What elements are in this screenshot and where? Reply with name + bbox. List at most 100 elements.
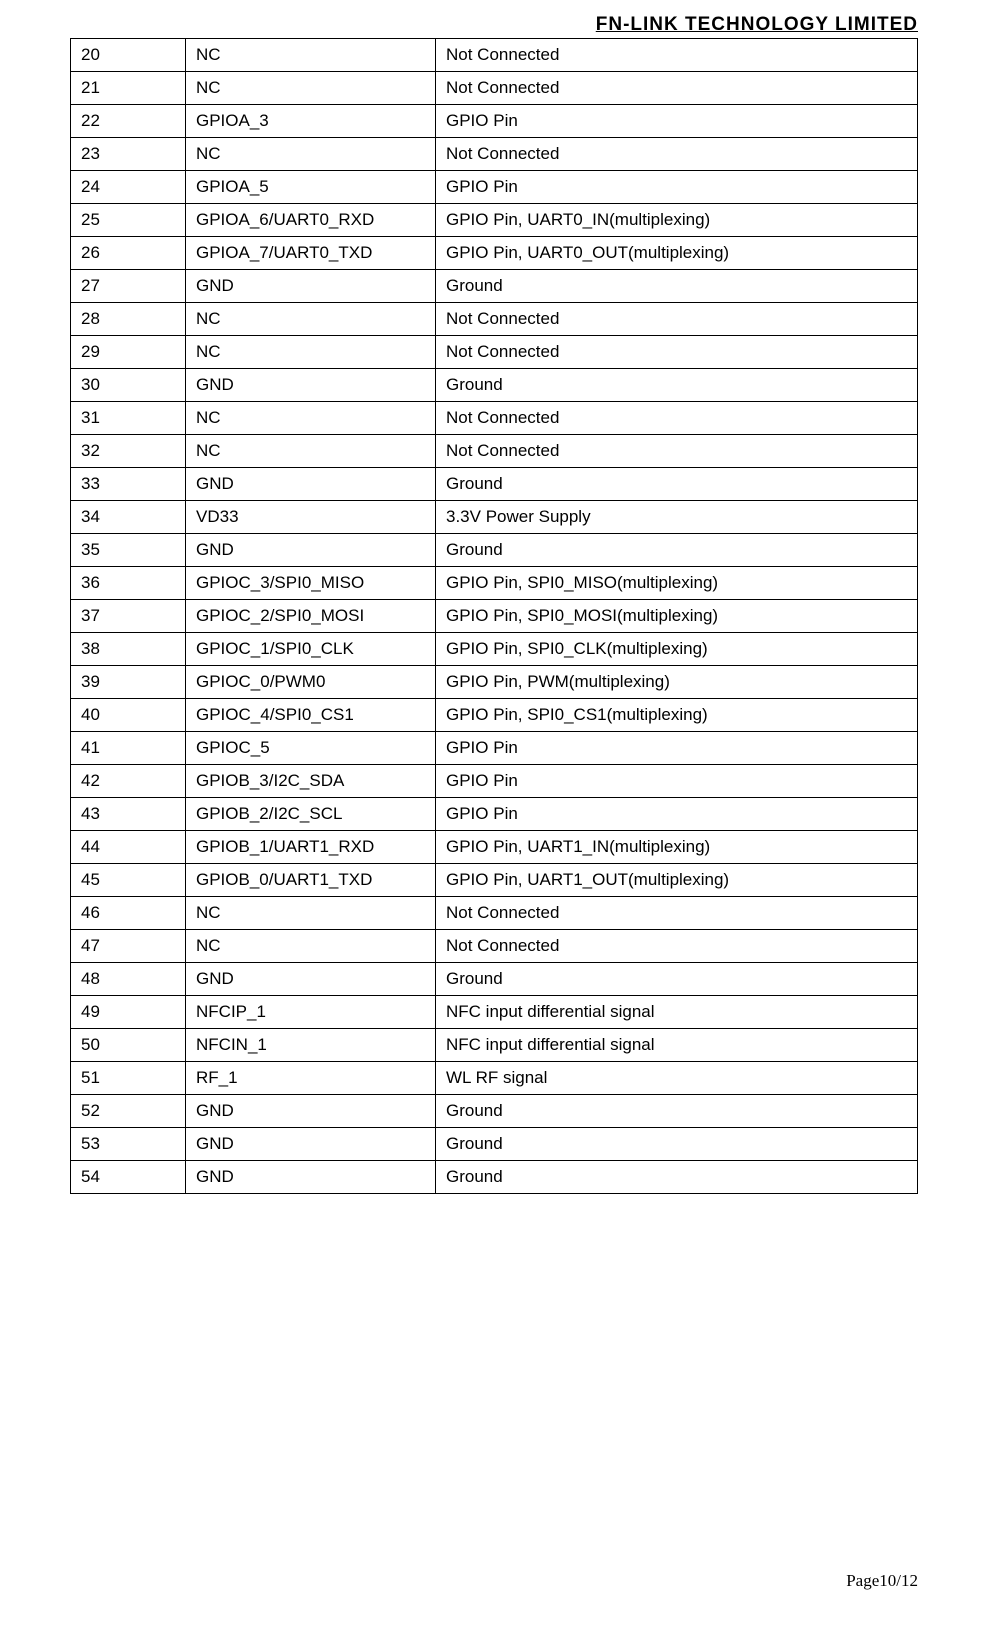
pin-name: NC <box>186 435 436 468</box>
table-row: 35GNDGround <box>71 534 918 567</box>
table-row: 53GNDGround <box>71 1128 918 1161</box>
pin-name: NC <box>186 72 436 105</box>
pin-description: GPIO Pin, UART1_OUT(multiplexing) <box>436 864 918 897</box>
pin-number: 47 <box>71 930 186 963</box>
table-row: 45GPIOB_0/UART1_TXDGPIO Pin, UART1_OUT(m… <box>71 864 918 897</box>
pin-name: GPIOC_1/SPI0_CLK <box>186 633 436 666</box>
pin-description: Not Connected <box>436 897 918 930</box>
company-header: FN-LINK TECHNOLOGY LIMITED <box>70 0 918 38</box>
pin-number: 26 <box>71 237 186 270</box>
pin-description: GPIO Pin, SPI0_CLK(multiplexing) <box>436 633 918 666</box>
pin-description: GPIO Pin <box>436 171 918 204</box>
table-row: 39GPIOC_0/PWM0GPIO Pin, PWM(multiplexing… <box>71 666 918 699</box>
pin-number: 49 <box>71 996 186 1029</box>
table-row: 27GNDGround <box>71 270 918 303</box>
pin-number: 41 <box>71 732 186 765</box>
pin-description: Ground <box>436 1095 918 1128</box>
table-row: 20NCNot Connected <box>71 39 918 72</box>
pin-name: GPIOC_5 <box>186 732 436 765</box>
pin-description: Ground <box>436 270 918 303</box>
pin-name: NC <box>186 138 436 171</box>
table-row: 26GPIOA_7/UART0_TXDGPIO Pin, UART0_OUT(m… <box>71 237 918 270</box>
pin-name: GPIOB_2/I2C_SCL <box>186 798 436 831</box>
table-row: 24GPIOA_5GPIO Pin <box>71 171 918 204</box>
pin-description: GPIO Pin <box>436 798 918 831</box>
table-row: 21NCNot Connected <box>71 72 918 105</box>
table-row: 34VD333.3V Power Supply <box>71 501 918 534</box>
pin-number: 46 <box>71 897 186 930</box>
pin-table: 20NCNot Connected21NCNot Connected22GPIO… <box>70 38 918 1194</box>
pin-number: 48 <box>71 963 186 996</box>
pin-number: 32 <box>71 435 186 468</box>
pin-description: Not Connected <box>436 303 918 336</box>
pin-number: 20 <box>71 39 186 72</box>
pin-description: NFC input differential signal <box>436 996 918 1029</box>
pin-description: GPIO Pin, SPI0_MOSI(multiplexing) <box>436 600 918 633</box>
pin-name: GPIOC_3/SPI0_MISO <box>186 567 436 600</box>
pin-name: GPIOB_1/UART1_RXD <box>186 831 436 864</box>
pin-name: GND <box>186 468 436 501</box>
pin-description: 3.3V Power Supply <box>436 501 918 534</box>
pin-name: NC <box>186 39 436 72</box>
pin-name: VD33 <box>186 501 436 534</box>
pin-number: 23 <box>71 138 186 171</box>
pin-description: Not Connected <box>436 138 918 171</box>
pin-name: GPIOA_5 <box>186 171 436 204</box>
pin-name: RF_1 <box>186 1062 436 1095</box>
pin-name: GPIOC_0/PWM0 <box>186 666 436 699</box>
pin-number: 37 <box>71 600 186 633</box>
pin-number: 29 <box>71 336 186 369</box>
table-row: 38GPIOC_1/SPI0_CLKGPIO Pin, SPI0_CLK(mul… <box>71 633 918 666</box>
page-footer: Page10/12 <box>846 1571 918 1591</box>
pin-number: 50 <box>71 1029 186 1062</box>
pin-description: GPIO Pin, UART0_IN(multiplexing) <box>436 204 918 237</box>
table-row: 49NFCIP_1NFC input differential signal <box>71 996 918 1029</box>
pin-number: 40 <box>71 699 186 732</box>
pin-number: 39 <box>71 666 186 699</box>
table-row: 25GPIOA_6/UART0_RXDGPIO Pin, UART0_IN(mu… <box>71 204 918 237</box>
pin-description: Ground <box>436 1161 918 1194</box>
pin-name: GND <box>186 369 436 402</box>
table-row: 29NCNot Connected <box>71 336 918 369</box>
pin-name: GND <box>186 1095 436 1128</box>
pin-name: GND <box>186 1161 436 1194</box>
pin-description: GPIO Pin, PWM(multiplexing) <box>436 666 918 699</box>
pin-number: 54 <box>71 1161 186 1194</box>
pin-description: GPIO Pin, SPI0_MISO(multiplexing) <box>436 567 918 600</box>
pin-number: 25 <box>71 204 186 237</box>
pin-number: 33 <box>71 468 186 501</box>
pin-number: 36 <box>71 567 186 600</box>
pin-description: NFC input differential signal <box>436 1029 918 1062</box>
pin-name: GND <box>186 1128 436 1161</box>
pin-name: GND <box>186 534 436 567</box>
pin-name: NC <box>186 402 436 435</box>
table-row: 23NCNot Connected <box>71 138 918 171</box>
pin-description: Not Connected <box>436 72 918 105</box>
table-row: 32NCNot Connected <box>71 435 918 468</box>
table-row: 48GNDGround <box>71 963 918 996</box>
pin-description: Ground <box>436 1128 918 1161</box>
pin-name: GPIOA_7/UART0_TXD <box>186 237 436 270</box>
pin-description: GPIO Pin, SPI0_CS1(multiplexing) <box>436 699 918 732</box>
pin-description: Not Connected <box>436 39 918 72</box>
pin-number: 38 <box>71 633 186 666</box>
pin-name: GPIOC_2/SPI0_MOSI <box>186 600 436 633</box>
pin-number: 43 <box>71 798 186 831</box>
table-row: 36GPIOC_3/SPI0_MISOGPIO Pin, SPI0_MISO(m… <box>71 567 918 600</box>
pin-description: GPIO Pin, UART1_IN(multiplexing) <box>436 831 918 864</box>
table-row: 52GNDGround <box>71 1095 918 1128</box>
pin-description: GPIO Pin <box>436 105 918 138</box>
pin-number: 44 <box>71 831 186 864</box>
pin-number: 45 <box>71 864 186 897</box>
pin-name: GND <box>186 270 436 303</box>
table-row: 50NFCIN_1NFC input differential signal <box>71 1029 918 1062</box>
table-row: 41GPIOC_5GPIO Pin <box>71 732 918 765</box>
table-row: 42GPIOB_3/I2C_SDAGPIO Pin <box>71 765 918 798</box>
pin-name: NC <box>186 303 436 336</box>
pin-number: 35 <box>71 534 186 567</box>
table-row: 33GNDGround <box>71 468 918 501</box>
pin-description: Not Connected <box>436 402 918 435</box>
table-row: 40GPIOC_4/SPI0_CS1GPIO Pin, SPI0_CS1(mul… <box>71 699 918 732</box>
pin-name: GND <box>186 963 436 996</box>
table-row: 44GPIOB_1/UART1_RXDGPIO Pin, UART1_IN(mu… <box>71 831 918 864</box>
